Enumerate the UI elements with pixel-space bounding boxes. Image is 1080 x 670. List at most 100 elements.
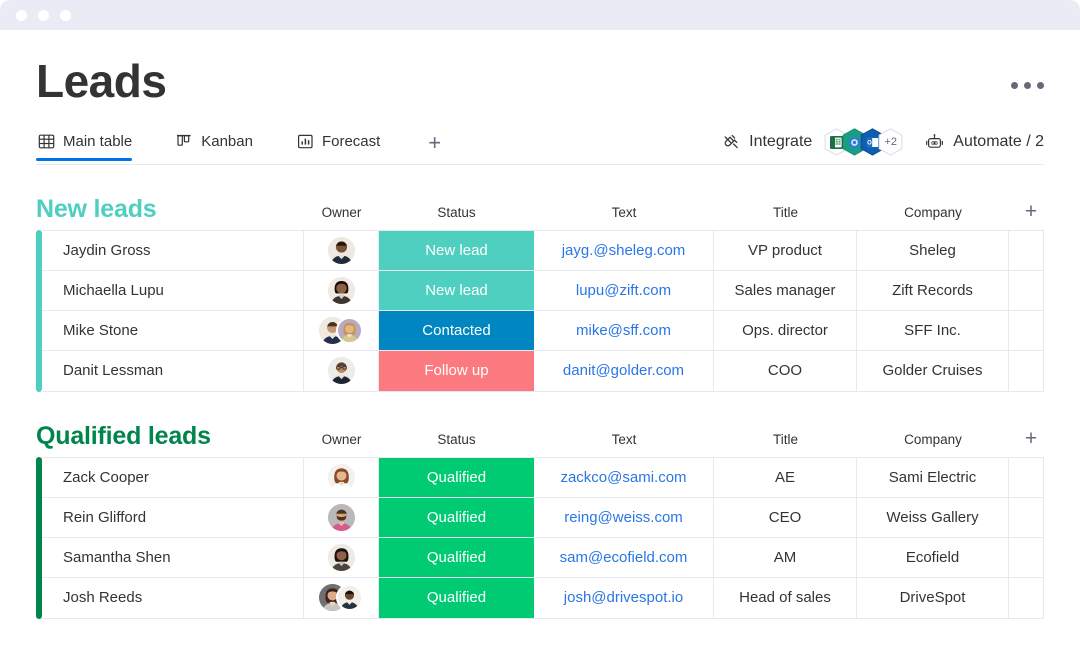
cell-email[interactable]: zackco@sami.com [534, 457, 714, 497]
column-header-title[interactable]: Title [714, 205, 857, 224]
cell-empty[interactable] [1009, 538, 1043, 577]
add-column-button[interactable]: + [1025, 428, 1037, 449]
column-header-company[interactable]: Company [857, 432, 1009, 451]
avatar-man-beard [327, 503, 355, 531]
cell-owner[interactable] [304, 350, 379, 391]
tab-label: Main table [63, 133, 133, 151]
table-row[interactable]: Samantha Shen Qualified sam@ecofield.com… [42, 537, 1043, 578]
column-header-owner[interactable]: Owner [304, 432, 379, 451]
column-header-company[interactable]: Company [857, 205, 1009, 224]
cell-title[interactable]: Ops. director [714, 310, 857, 350]
tab-main-table[interactable]: Main table [36, 133, 146, 162]
cell-owner[interactable] [304, 537, 379, 577]
cell-status[interactable]: Contacted [379, 310, 534, 350]
column-header-title[interactable]: Title [714, 432, 857, 451]
cell-lead-name[interactable]: Michaella Lupu [42, 270, 304, 310]
cell-owner[interactable] [304, 230, 379, 270]
integration-overflow-badge[interactable]: +2 [878, 128, 903, 156]
cell-title[interactable]: VP product [714, 230, 857, 270]
table-row[interactable]: Michaella Lupu New lead lupu@zift.com Sa… [42, 270, 1043, 311]
table-grid-icon [38, 133, 55, 150]
group-qualified-leads: Qualified leads Owner Status Text Title … [36, 417, 1044, 619]
window-minimize-dot[interactable] [38, 9, 49, 21]
cell-status[interactable]: New lead [379, 270, 534, 310]
automate-button[interactable]: Automate / 2 [925, 133, 1044, 152]
cell-status[interactable]: Qualified [379, 497, 534, 537]
avatar-woman-curly-hair [327, 463, 355, 491]
cell-lead-name[interactable]: Samantha Shen [42, 537, 304, 577]
cell-company[interactable]: SFF Inc. [857, 310, 1009, 350]
cell-status[interactable]: Qualified [379, 577, 534, 618]
board-overflow-menu-button[interactable] [1011, 56, 1044, 89]
cell-owner[interactable] [304, 577, 379, 618]
column-header-text[interactable]: Text [534, 432, 714, 451]
cell-empty[interactable] [1009, 231, 1043, 270]
cell-title[interactable]: Head of sales [714, 577, 857, 618]
cell-owner[interactable] [304, 270, 379, 310]
cell-title[interactable]: AE [714, 457, 857, 497]
window-close-dot[interactable] [16, 9, 27, 21]
window-titlebar [0, 0, 1080, 30]
cell-lead-name[interactable]: Mike Stone [42, 310, 304, 350]
column-header-text[interactable]: Text [534, 205, 714, 224]
cell-lead-name[interactable]: Danit Lessman [42, 350, 304, 391]
cell-empty[interactable] [1009, 271, 1043, 310]
cell-email[interactable]: lupu@zift.com [534, 270, 714, 310]
cell-email[interactable]: reing@weiss.com [534, 497, 714, 537]
cell-empty[interactable] [1009, 351, 1043, 391]
cell-owner[interactable] [304, 457, 379, 497]
cell-lead-name[interactable]: Josh Reeds [42, 577, 304, 618]
teams-glyph [848, 136, 861, 149]
cell-status[interactable]: New lead [379, 230, 534, 270]
integrate-button[interactable]: Integrate O +2 [721, 128, 903, 156]
window-maximize-dot[interactable] [60, 9, 71, 21]
cell-empty[interactable] [1009, 458, 1043, 497]
board-tools: Integrate O +2 Automate / 2 [721, 128, 1044, 165]
table-row[interactable]: Mike Stone Contacted mike@sff.com Ops. d… [42, 310, 1043, 351]
cell-empty[interactable] [1009, 498, 1043, 537]
cell-owner[interactable] [304, 497, 379, 537]
cell-company[interactable]: DriveSpot [857, 577, 1009, 618]
cell-company[interactable]: Sheleg [857, 230, 1009, 270]
cell-company[interactable]: Weiss Gallery [857, 497, 1009, 537]
cell-title[interactable]: CEO [714, 497, 857, 537]
add-view-button[interactable]: + [422, 131, 447, 162]
cell-status[interactable]: Qualified [379, 457, 534, 497]
cell-lead-name[interactable]: Jaydin Gross [42, 230, 304, 270]
cell-status[interactable]: Follow up [379, 350, 534, 391]
cell-company[interactable]: Golder Cruises [857, 350, 1009, 391]
avatar-woman-dark-hair [327, 276, 355, 304]
cell-empty[interactable] [1009, 311, 1043, 350]
owner-avatars [327, 276, 355, 304]
svg-text:O: O [867, 140, 872, 146]
cell-company[interactable]: Ecofield [857, 537, 1009, 577]
cell-email[interactable]: danit@golder.com [534, 350, 714, 391]
integration-badges[interactable]: O +2 [824, 128, 903, 156]
cell-status[interactable]: Qualified [379, 537, 534, 577]
cell-company[interactable]: Zift Records [857, 270, 1009, 310]
view-tabs: Main table Kanban Forecast + [36, 131, 447, 162]
cell-email[interactable]: mike@sff.com [534, 310, 714, 350]
cell-lead-name[interactable]: Zack Cooper [42, 457, 304, 497]
cell-email[interactable]: jayg.@sheleg.com [534, 230, 714, 270]
table-row[interactable]: Danit Lessman Follow up danit@golder.com… [42, 350, 1043, 391]
cell-title[interactable]: Sales manager [714, 270, 857, 310]
column-header-owner[interactable]: Owner [304, 205, 379, 224]
tab-kanban[interactable]: Kanban [174, 133, 267, 160]
cell-company[interactable]: Sami Electric [857, 457, 1009, 497]
cell-title[interactable]: COO [714, 350, 857, 391]
column-header-status[interactable]: Status [379, 205, 534, 224]
tab-forecast[interactable]: Forecast [295, 133, 394, 160]
table-row[interactable]: Rein Glifford Qualified reing@weiss.com … [42, 497, 1043, 538]
table-row[interactable]: Zack Cooper Qualified zackco@sami.com AE… [42, 457, 1043, 498]
table-row[interactable]: Josh Reeds Qualified josh@drivespot.io H… [42, 577, 1043, 618]
cell-owner[interactable] [304, 310, 379, 350]
cell-title[interactable]: AM [714, 537, 857, 577]
cell-empty[interactable] [1009, 578, 1043, 618]
cell-email[interactable]: josh@drivespot.io [534, 577, 714, 618]
column-header-status[interactable]: Status [379, 432, 534, 451]
cell-lead-name[interactable]: Rein Glifford [42, 497, 304, 537]
add-column-button[interactable]: + [1025, 201, 1037, 222]
table-row[interactable]: Jaydin Gross New lead jayg.@sheleg.com V… [42, 230, 1043, 271]
cell-email[interactable]: sam@ecofield.com [534, 537, 714, 577]
